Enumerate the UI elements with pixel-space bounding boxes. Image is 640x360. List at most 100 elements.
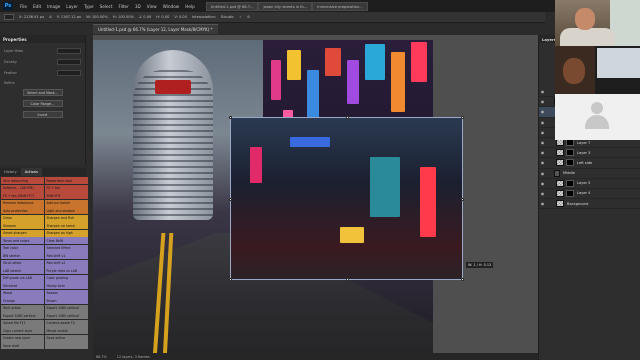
option-item[interactable]: ✓ xyxy=(239,15,242,19)
transform-handle[interactable] xyxy=(229,116,232,119)
action-button[interactable]: Clear BnW xyxy=(44,237,88,244)
action-button[interactable]: Export 1080 vertical xyxy=(44,312,88,319)
select-and-mask-button[interactable]: Select and Mask... xyxy=(22,89,63,96)
visibility-eye-icon[interactable]: ◉ xyxy=(539,140,546,145)
visibility-eye-icon[interactable]: ◉ xyxy=(539,181,546,186)
action-button[interactable]: Saved file F11 xyxy=(1,319,44,327)
transform-handle[interactable] xyxy=(229,198,232,201)
action-button[interactable]: Sharpen xyxy=(1,222,44,229)
option-item[interactable]: ⊘ xyxy=(247,15,250,19)
transform-handle[interactable] xyxy=(461,198,464,201)
visibility-eye-icon[interactable]: ◉ xyxy=(539,171,546,176)
action-button[interactable]: LAB stretch xyxy=(1,267,44,274)
layer-mask-thumbnail[interactable] xyxy=(566,139,574,147)
transform-handle[interactable] xyxy=(229,278,232,281)
visibility-eye-icon[interactable]: ◉ xyxy=(539,150,546,155)
action-button[interactable]: Softenin... (Alt+F6) xyxy=(1,184,44,192)
action-button[interactable]: Save shell xyxy=(1,342,44,349)
window-tab[interactable]: Immensive preparation... xyxy=(312,2,368,11)
action-button[interactable]: Color grading xyxy=(44,274,88,282)
action-button[interactable]: BW stretch xyxy=(1,252,44,259)
tab-actions[interactable]: Actions xyxy=(20,168,42,176)
transform-handle[interactable] xyxy=(461,278,464,281)
transform-handle[interactable] xyxy=(461,116,464,119)
action-button[interactable]: FS + tan (Shift+F7) xyxy=(1,192,44,199)
layer-mask-thumbnail[interactable] xyxy=(566,159,574,167)
menu-view[interactable]: View xyxy=(144,4,160,9)
action-button[interactable]: Season xyxy=(44,289,88,297)
tab-history[interactable]: History xyxy=(0,168,21,176)
option-item[interactable]: V: 0.00 xyxy=(174,15,187,19)
action-button[interactable]: Add sun bokeh xyxy=(44,199,88,207)
menu-help[interactable]: Help xyxy=(182,4,198,9)
action-button[interactable]: Copy current layer xyxy=(1,327,44,334)
action-button[interactable]: Sharpen no harsh xyxy=(44,222,88,229)
layer-mask-thumbnail[interactable] xyxy=(566,149,574,157)
option-item[interactable]: W: 100.00% xyxy=(86,15,108,19)
density-field[interactable] xyxy=(57,59,81,65)
visibility-eye-icon[interactable]: ◉ xyxy=(539,99,546,104)
action-button[interactable]: Auto protection xyxy=(1,207,44,214)
invert-button[interactable]: Invert xyxy=(22,111,63,118)
action-button[interactable]: Save active xyxy=(44,334,88,342)
window-tab[interactable]: Untitled-1.psd @ 66.7... xyxy=(205,2,259,11)
action-button[interactable]: Red shift v2 xyxy=(44,259,88,267)
menu-filter[interactable]: Filter xyxy=(115,4,131,9)
action-button[interactable]: Selected Effect xyxy=(44,244,88,252)
layer-group-row[interactable]: ◉ Middle xyxy=(539,169,640,179)
action-button[interactable]: Merge visible xyxy=(44,327,88,334)
visibility-eye-icon[interactable]: ◉ xyxy=(539,191,546,196)
option-item[interactable]: X: 2136.91 px xyxy=(19,15,44,19)
visibility-eye-icon[interactable]: ◉ xyxy=(539,120,546,125)
action-button[interactable]: Wood xyxy=(1,289,44,297)
action-button[interactable]: Content aware F2 xyxy=(44,319,88,327)
document-tab[interactable]: Untitled-1.psd @ 66.7% (Layer 12, Layer … xyxy=(93,24,218,34)
action-button[interactable]: Strict offset xyxy=(1,259,44,267)
mask-thumbnail[interactable] xyxy=(57,48,81,54)
layer-mask-thumbnail[interactable] xyxy=(566,189,574,197)
layer-row[interactable]: ◉ Layer 4 xyxy=(539,189,640,200)
action-button[interactable] xyxy=(44,342,88,349)
visibility-eye-icon[interactable]: ◉ xyxy=(539,89,546,94)
action-button[interactable]: Light and shadow xyxy=(44,207,88,214)
action-button[interactable]: Remove imbalance xyxy=(1,199,44,207)
action-button[interactable]: Red shift v1 xyxy=(44,252,88,259)
action-button[interactable]: Ultramat xyxy=(1,282,44,289)
option-item[interactable]: Bicubic xyxy=(221,15,234,19)
action-button[interactable]: Skin retouching xyxy=(1,177,44,184)
menu-edit[interactable]: Edit xyxy=(30,4,44,9)
option-item[interactable]: H: 100.00% xyxy=(113,15,134,19)
action-button[interactable]: Sharpen on high xyxy=(44,229,88,237)
action-button[interactable]: Purple retro vs LAB xyxy=(44,267,88,274)
feather-field[interactable] xyxy=(57,70,81,76)
visibility-eye-icon[interactable]: ◉ xyxy=(539,201,546,206)
action-button[interactable]: Honey Acid xyxy=(44,282,88,289)
visibility-eye-icon[interactable]: ◉ xyxy=(539,160,546,165)
action-button[interactable]: Tones and colors xyxy=(1,237,44,244)
menu-select[interactable]: Select xyxy=(97,4,116,9)
reference-point-icon[interactable] xyxy=(4,14,14,20)
visibility-eye-icon[interactable]: ◉ xyxy=(539,109,546,114)
action-button[interactable]: Smart sharpen xyxy=(1,229,44,237)
zoom-level[interactable]: 66.7% xyxy=(96,355,107,359)
option-item[interactable]: Δ xyxy=(49,15,51,19)
action-button[interactable]: Clean xyxy=(1,214,44,222)
transform-handle[interactable] xyxy=(346,278,349,281)
action-button[interactable]: Diff grade via LAB xyxy=(1,274,44,282)
action-button[interactable]: Tech action xyxy=(1,304,44,312)
action-button[interactable]: Brown xyxy=(44,297,88,304)
action-button[interactable]: Export 1080 vertical xyxy=(44,304,88,312)
transform-handle[interactable] xyxy=(346,116,349,119)
photoshop-logo-icon[interactable]: Ps xyxy=(3,2,13,10)
layer-mask-thumbnail[interactable] xyxy=(566,179,574,187)
action-button[interactable]: FS + tan xyxy=(44,184,88,192)
option-item[interactable]: Interpolation: xyxy=(192,15,216,19)
action-button[interactable]: Create new layer xyxy=(1,334,44,342)
action-button[interactable]: Shift+F9 xyxy=(44,192,88,199)
menu-3d[interactable]: 3D xyxy=(132,4,144,9)
option-item[interactable]: ∠ 0.00 xyxy=(139,15,151,19)
action-button[interactable]: Sharpen and Fish xyxy=(44,214,88,222)
visibility-eye-icon[interactable]: ◉ xyxy=(539,130,546,135)
menu-file[interactable]: File xyxy=(17,4,30,9)
transform-bounding-box[interactable] xyxy=(229,116,464,281)
